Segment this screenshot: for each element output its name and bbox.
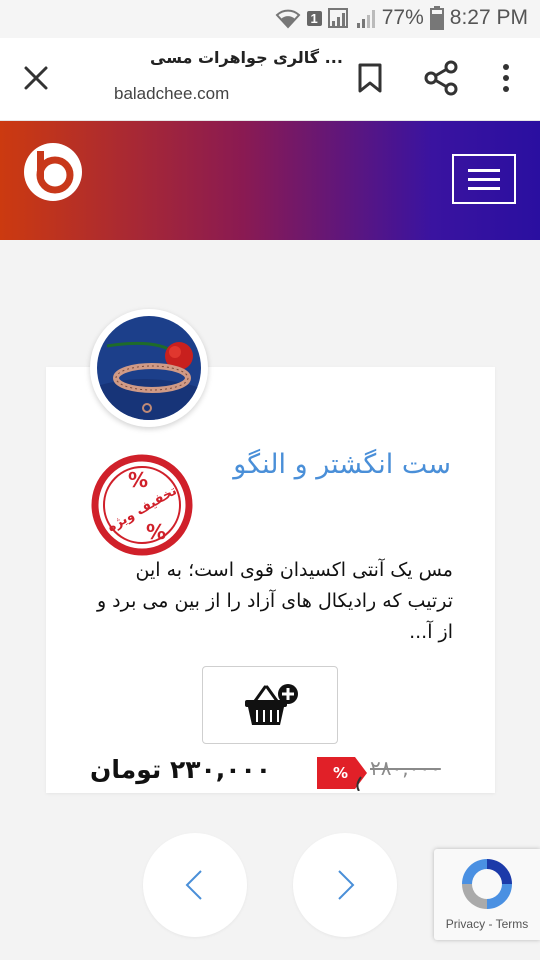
signal-icon: [327, 8, 348, 28]
product-image[interactable]: [90, 309, 208, 427]
product-price: ۲۳۰,۰۰۰ تومان: [90, 755, 272, 784]
site-logo[interactable]: [22, 141, 84, 203]
close-icon[interactable]: [20, 62, 52, 94]
wifi-icon: [275, 9, 300, 29]
menu-button[interactable]: [452, 154, 516, 204]
battery-percent: 77%: [381, 6, 424, 29]
recaptcha-links: Privacy - Terms: [434, 917, 540, 931]
chevron-right-icon: [338, 870, 355, 900]
menu-icon-bar: [468, 187, 500, 190]
status-bar: 1 77% 8:27 PM: [0, 0, 540, 38]
battery-icon: [429, 6, 444, 30]
percent-icon: %: [128, 468, 148, 492]
menu-icon: [468, 169, 500, 172]
add-to-cart-icon: [245, 684, 298, 725]
sim-badge: 1: [306, 10, 322, 26]
recaptcha-icon: [462, 859, 512, 909]
page-title: گالری جواهرات مسی ...: [150, 48, 343, 67]
carousel-next-button[interactable]: [293, 833, 397, 937]
old-price: ۲۸۰,۰۰۰: [370, 756, 441, 780]
more-icon[interactable]: [496, 62, 516, 94]
recaptcha-separator: -: [485, 917, 496, 931]
carousel-prev-button[interactable]: [143, 833, 247, 937]
recaptcha-terms-link[interactable]: Terms: [496, 917, 529, 931]
menu-icon-bar: [468, 178, 500, 181]
page-url[interactable]: baladchee.com: [114, 84, 229, 104]
share-icon[interactable]: [424, 60, 458, 96]
special-discount-badge: % % تخفیف ویژه: [91, 454, 193, 556]
svg-text:%: %: [333, 764, 348, 782]
product-description: مس یک آنتی اکسیدان قوی است؛ به این ترتیب…: [96, 559, 453, 643]
add-to-cart-button[interactable]: [202, 666, 338, 744]
signal-icon: [356, 10, 375, 28]
product-title[interactable]: ست انگشتر و النگو: [233, 449, 451, 480]
product-photo: [97, 316, 201, 420]
browser-toolbar: گالری جواهرات مسی ... baladchee.com: [0, 38, 540, 121]
bookmark-icon[interactable]: [356, 62, 384, 94]
chevron-left-icon: [185, 870, 202, 900]
site-header: [0, 121, 540, 240]
clock: 8:27 PM: [449, 6, 528, 29]
percent-icon: %: [146, 520, 166, 544]
sale-tag-icon: %: [317, 757, 367, 791]
recaptcha-badge[interactable]: Privacy - Terms: [434, 849, 540, 940]
recaptcha-privacy-link[interactable]: Privacy: [446, 917, 485, 931]
